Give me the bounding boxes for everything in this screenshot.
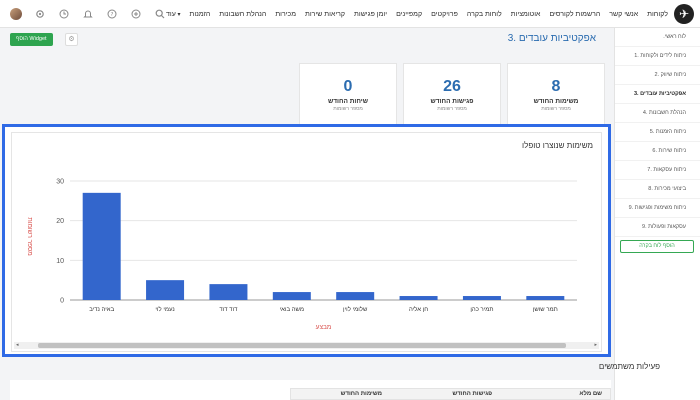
kpi-label: פגישות החודש <box>430 98 474 105</box>
bar <box>272 292 311 300</box>
nav-item-customers[interactable]: לקוחות <box>647 11 668 18</box>
bar <box>462 296 501 300</box>
search-icon[interactable] <box>154 8 166 20</box>
svg-text:?: ? <box>111 12 114 18</box>
settings-icon[interactable] <box>130 8 142 20</box>
bar <box>399 296 438 300</box>
kpi-value: 26 <box>443 78 461 95</box>
page-title: 3. אפקטיביות עובדים <box>507 33 596 44</box>
sidebar-item-marketing[interactable]: 2. ניתוח שיווק <box>615 66 700 85</box>
kpi-sublabel: מספר רשומות <box>437 106 467 112</box>
sidebar-item-orders[interactable]: 5. ניתוח הזמנות <box>615 123 700 142</box>
add-widget-button[interactable]: הוסף Widget <box>10 33 53 46</box>
x-tick-label: דוד דוד <box>219 307 238 313</box>
activity-section-title: פעילות משתמשים <box>598 362 660 371</box>
nav-item-meetings-calendar[interactable]: יומן פגישות <box>354 11 387 18</box>
help-icon[interactable]: ? <box>106 8 118 20</box>
add-dashboard-button[interactable]: הוסף לוח בקרה <box>620 240 694 253</box>
bar <box>336 292 375 300</box>
app-logo[interactable]: ✈ <box>674 4 694 24</box>
kpi-sublabel: מספר רשומות <box>333 106 363 112</box>
x-tick-label: תמר שושן <box>533 307 558 313</box>
nav-item-projects[interactable]: פרויקטים <box>431 11 458 18</box>
avatar[interactable] <box>10 8 22 20</box>
nav-item-sales[interactable]: מכירות <box>275 11 296 18</box>
bar <box>146 280 185 300</box>
y-tick-label: 30 <box>56 178 64 185</box>
chart-widget: משימות שנוצרו טופלו 0 10 20 30 באיה נדיב נעמי… <box>11 132 602 352</box>
kpi-label: שיחות החודש <box>328 98 368 105</box>
y-tick-label: 0 <box>60 298 64 305</box>
bar <box>209 284 248 300</box>
sidebar-item-leads[interactable]: 1. ניתוח לידים ולקוחות <box>615 47 700 66</box>
bar <box>82 192 121 300</box>
kpi-value: 0 <box>343 78 353 95</box>
nav-item-campaigns[interactable]: קמפיינים <box>396 11 422 18</box>
kpi-value: 8 <box>551 78 561 95</box>
nav-item-automations[interactable]: אוטומציות <box>511 11 541 18</box>
nav-item-service-calls[interactable]: קריאות שירות <box>305 11 345 18</box>
gear-icon[interactable] <box>34 8 46 20</box>
y-tick-label: 20 <box>56 218 64 225</box>
nav-item-more[interactable]: עוד <box>166 11 180 18</box>
sidebar-item-tasks-meetings[interactable]: 9. ניתוח משימות ופגישות <box>615 199 700 218</box>
column-header-meetings[interactable]: פגישות החודש <box>452 391 492 397</box>
nav-item-orders[interactable]: הזמנות <box>190 11 211 18</box>
y-axis-title: מספר רשומות <box>26 217 33 255</box>
activity-table-body <box>10 380 290 400</box>
kpi-card-meetings: 26 פגישות החודש מספר רשומות <box>403 63 501 125</box>
x-tick-label: חן אליה <box>409 305 428 313</box>
sidebar-item-accounting[interactable]: 4. הנהלת חשבונות <box>615 104 700 123</box>
bar <box>526 296 565 300</box>
kpi-card-tasks: 8 משימות החודש מספר רשומות <box>507 63 605 125</box>
scrollbar-thumb[interactable] <box>38 343 566 348</box>
dashboards-sidebar: .לוח ראשי 1. ניתוח לידים ולקוחות 2. ניתו… <box>614 28 700 400</box>
sidebar-item-main[interactable]: .לוח ראשי <box>615 28 700 47</box>
kpi-card-calls: 0 שיחות החודש מספר רשומות <box>299 63 397 125</box>
chart-widget-highlight: משימות שנוצרו טופלו 0 10 20 30 באיה נדיב נעמי… <box>2 124 611 357</box>
sidebar-item-sales[interactable]: 8. ביצועי מכירות <box>615 180 700 199</box>
column-header-full-name[interactable]: שם מלא <box>579 391 602 397</box>
sidebar-item-service[interactable]: 6. ניתוח שירות <box>615 142 700 161</box>
activity-table: שם מלא פגישות החודש משימות החודש <box>10 380 611 400</box>
dashboard-settings-icon[interactable]: ⚙ <box>65 33 78 46</box>
x-tick-label: נעמי לוי <box>155 305 174 313</box>
sidebar-item-employee-effectiveness[interactable]: 3. אפקטיביות עובדים <box>615 85 700 104</box>
kpi-label: משימות החודש <box>533 98 579 105</box>
scroll-right-icon[interactable]: ▸ <box>594 342 597 349</box>
x-tick-label: תמיר כהן <box>470 307 493 313</box>
bar-chart: 0 10 20 30 באיה נדיב נעמי לוי דוד דוד משה בואי ש… <box>26 178 577 331</box>
scroll-left-icon[interactable]: ◂ <box>16 342 19 349</box>
dashboard-header: הוסף Widget ⚙ 3. אפקטיביות עובדים <box>0 28 614 52</box>
top-navigation-bar: ? לקוחות אנשי קשר הרשמות לקורסים אוטומצי… <box>0 0 700 28</box>
nav-item-dashboards[interactable]: לוחות בקרה <box>467 11 502 18</box>
activity-table-header: שם מלא פגישות החודש משימות החודש <box>290 388 611 400</box>
horizontal-scrollbar[interactable]: ◂ ▸ <box>14 342 599 349</box>
x-tick-label: שלומי לוין <box>343 305 368 313</box>
nav-icons: ? <box>10 0 166 28</box>
nav-item-contacts[interactable]: אנשי קשר <box>609 11 638 18</box>
nav-item-accounting[interactable]: הנהלת חשבונות <box>219 11 266 18</box>
column-header-tasks[interactable]: משימות החודש <box>341 391 382 397</box>
x-tick-label: משה בואי <box>280 307 304 313</box>
nav-item-course-registrations[interactable]: הרשמות לקורסים <box>549 11 600 18</box>
x-tick-label: באיה נדיב <box>89 307 114 313</box>
x-axis-title: מבצע <box>316 324 332 331</box>
sidebar-item-deals[interactable]: 7. ניתוח עסקאות <box>615 161 700 180</box>
sidebar-item-deals-activities[interactable]: 9. עסקאות ופעולות <box>615 218 700 237</box>
kpi-sublabel: מספר רשומות <box>541 106 571 112</box>
y-tick-label: 10 <box>56 258 64 265</box>
clock-icon[interactable] <box>58 8 70 20</box>
bell-icon[interactable] <box>82 8 94 20</box>
main-menu: לקוחות אנשי קשר הרשמות לקורסים אוטומציות… <box>166 0 668 28</box>
